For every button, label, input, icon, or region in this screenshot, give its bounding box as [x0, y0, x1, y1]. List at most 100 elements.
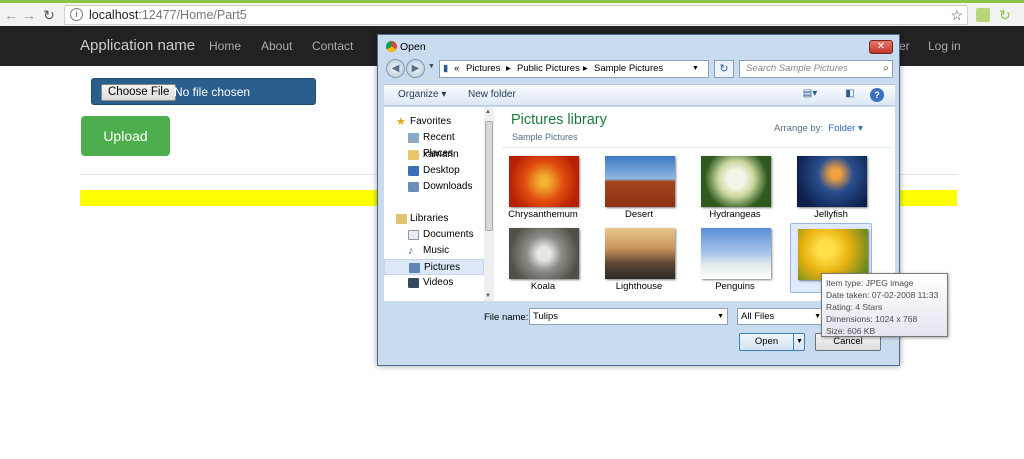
desktop-icon — [408, 166, 419, 176]
scroll-up-icon[interactable]: ▲ — [485, 109, 491, 115]
forward-button[interactable]: ▶ — [406, 59, 425, 78]
extension-refresh-icon[interactable]: ↻ — [999, 7, 1011, 24]
preview-pane-icon[interactable]: ◧ — [842, 88, 858, 102]
back-button[interactable]: ◀ — [386, 59, 405, 78]
star-icon: ★ — [396, 116, 406, 128]
desert-image — [605, 156, 675, 207]
videos-icon — [408, 278, 419, 288]
nav-desktop[interactable]: Desktop — [384, 163, 484, 179]
nav-downloads[interactable]: Downloads — [384, 179, 484, 195]
thumbnail-label: Jellyfish — [814, 209, 848, 220]
open-button[interactable]: Open ▼ — [739, 333, 805, 351]
brand-link[interactable]: Application name — [80, 37, 195, 54]
search-icon[interactable]: ⌕ — [883, 61, 889, 77]
close-button[interactable]: ✕ — [869, 40, 893, 54]
nav-about[interactable]: About — [261, 39, 292, 53]
nav-home[interactable]: Home — [209, 39, 241, 53]
nav-pictures[interactable]: Pictures — [384, 259, 484, 275]
nav-documents[interactable]: Documents — [384, 227, 484, 243]
nav-login[interactable]: Log in — [928, 39, 961, 53]
search-input[interactable]: Search Sample Pictures ⌕ — [739, 60, 893, 78]
open-label: Open — [754, 336, 779, 347]
help-icon[interactable]: ? — [870, 88, 884, 102]
filter-dropdown-icon[interactable]: ▼ — [814, 309, 821, 324]
back-arrow-icon[interactable]: ← — [2, 7, 20, 23]
penguins-image — [701, 228, 771, 279]
choose-file-button[interactable]: Choose File — [101, 84, 177, 101]
organize-menu[interactable]: Organize ▾ — [398, 89, 446, 100]
file-type-filter[interactable]: All Files ▼ — [737, 308, 825, 325]
file-name-value: Tulips — [533, 311, 558, 322]
folder-icon — [408, 150, 419, 160]
thumbnail-jellyfish[interactable]: Jellyfish — [790, 151, 872, 221]
chrysanthemum-image — [509, 156, 579, 207]
music-icon: ♪ — [408, 245, 414, 257]
nav-scrollbar[interactable]: ▲ ▼ — [484, 107, 494, 301]
search-placeholder: Search Sample Pictures — [746, 63, 848, 74]
thumbnail-hydrangeas[interactable]: Hydrangeas — [694, 151, 776, 221]
refresh-button[interactable]: ↻ — [714, 60, 734, 78]
arrange-by[interactable]: Arrange by: Folder ▾ — [774, 123, 863, 134]
info-icon[interactable]: i — [70, 8, 83, 21]
dialog-title: Open — [400, 41, 426, 53]
thumbnail-label: Lighthouse — [615, 281, 663, 292]
nav-music[interactable]: ♪ Music — [384, 243, 484, 259]
nav-recent-places[interactable]: Recent Places — [384, 130, 484, 159]
view-options-icon[interactable]: ▤▾ — [802, 88, 818, 102]
file-input[interactable]: Choose File No file chosen — [91, 78, 316, 105]
tooltip-size: Size: 606 KB — [826, 326, 876, 336]
thumbnail-label: Koala — [530, 281, 556, 292]
breadcrumb-pictures[interactable]: Pictures — [466, 61, 500, 77]
address-area: ◀ ▶ ▼ ▮ « Pictures ▸ Public Pictures ▸ S… — [384, 57, 895, 83]
address-bar[interactable]: i localhost:12477/Home/Part5 ☆ — [64, 5, 968, 25]
file-name-dropdown-icon[interactable]: ▼ — [717, 309, 724, 324]
thumbnail-desert[interactable]: Desert — [598, 151, 680, 221]
nav-videos[interactable]: Videos — [384, 275, 484, 291]
recent-pages-chevron-icon[interactable]: ▼ — [428, 63, 435, 70]
thumbnail-penguins[interactable]: Penguins — [694, 223, 776, 293]
nav-libraries[interactable]: Libraries — [384, 211, 484, 227]
breadcrumb-public-pictures[interactable]: Public Pictures — [517, 61, 580, 77]
url-path: :12477/Home/Part5 — [138, 8, 247, 22]
nav-register-partial[interactable]: er — [899, 39, 910, 53]
file-name-input[interactable]: Tulips ▼ — [529, 308, 728, 325]
nav-favorites-label: Favorites — [410, 116, 452, 127]
breadcrumb-overflow[interactable]: « — [454, 61, 459, 77]
breadcrumb-sample-pictures[interactable]: Sample Pictures — [594, 61, 663, 77]
arrange-value[interactable]: Folder ▾ — [828, 123, 862, 134]
thumbnail-chrysanthemum[interactable]: Chrysanthemum — [502, 151, 584, 221]
nav-desktop-label: Desktop — [423, 165, 460, 176]
breadcrumb-separator-icon[interactable]: ▸ — [506, 61, 511, 77]
thumbnail-label: Penguins — [715, 281, 755, 292]
nav-documents-label: Documents — [423, 229, 474, 240]
upload-button[interactable]: Upload — [81, 116, 170, 156]
filter-value: All Files — [741, 311, 775, 322]
dialog-footer: File name: Tulips ▼ All Files ▼ Open ▼ C… — [384, 303, 895, 359]
nav-pictures-label: Pictures — [424, 262, 461, 273]
tooltip-rating: Rating: 4 Stars — [826, 302, 883, 312]
file-name-label: File name: — [484, 312, 529, 323]
thumbnail-label: Chrysanthemum — [508, 209, 578, 220]
nav-contact[interactable]: Contact — [312, 39, 353, 53]
tooltip-dimensions: Dimensions: 1024 x 768 — [826, 314, 918, 324]
library-title: Pictures library — [511, 112, 607, 128]
path-dropdown-icon[interactable]: ▼ — [692, 61, 699, 77]
bookmark-star-icon[interactable]: ☆ — [950, 6, 963, 24]
downloads-icon — [408, 182, 419, 192]
libraries-icon — [396, 214, 407, 224]
nav-xamarin[interactable]: xamarin — [384, 147, 484, 163]
new-folder-button[interactable]: New folder — [468, 89, 516, 100]
forward-arrow-icon[interactable]: → — [20, 7, 38, 23]
nav-favorites[interactable]: ★ Favorites — [384, 114, 484, 130]
nav-xamarin-label: xamarin — [423, 149, 459, 160]
extension-icon[interactable] — [976, 8, 990, 22]
scroll-down-icon[interactable]: ▼ — [485, 293, 491, 299]
reload-icon[interactable]: ↻ — [40, 7, 58, 24]
open-split-dropdown-icon[interactable]: ▼ — [793, 334, 805, 350]
scroll-thumb[interactable] — [485, 121, 493, 231]
thumbnail-lighthouse[interactable]: Lighthouse — [598, 223, 680, 293]
thumbnail-koala[interactable]: Koala — [502, 223, 584, 293]
breadcrumb-separator-icon[interactable]: ▸ — [583, 61, 588, 77]
library-subtitle: Sample Pictures — [512, 132, 578, 142]
breadcrumb[interactable]: ▮ « Pictures ▸ Public Pictures ▸ Sample … — [439, 60, 709, 78]
